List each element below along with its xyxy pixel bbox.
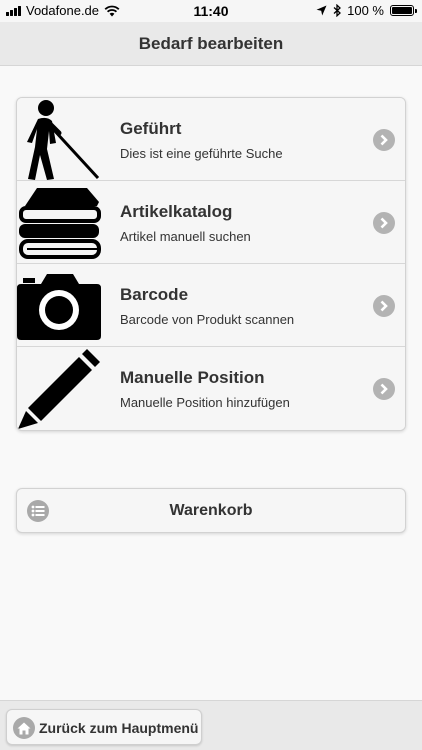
menu-item-artikelkatalog[interactable]: Artikelkatalog Artikel manuell suchen <box>17 181 405 264</box>
chevron-right-icon <box>373 212 395 234</box>
battery-percent: 100 % <box>347 3 384 18</box>
footer-bar: Zurück zum Hauptmenü <box>0 700 422 750</box>
pencil-icon <box>17 347 101 430</box>
menu-item-subtitle: Dies ist eine geführte Suche <box>120 146 283 161</box>
menu-item-barcode[interactable]: Barcode Barcode von Produkt scannen <box>17 264 405 347</box>
back-button-label: Zurück zum Hauptmenü <box>39 720 199 736</box>
menu-item-title: Barcode <box>120 285 189 304</box>
camera-icon <box>17 264 101 347</box>
menu-item-manuelle-position[interactable]: Manuelle Position Manuelle Position hinz… <box>17 347 405 430</box>
menu-item-gefuehrt[interactable]: Geführt Dies ist eine geführte Suche <box>17 98 405 181</box>
menu-item-subtitle: Barcode von Produkt scannen <box>120 312 295 327</box>
status-bar: Vodafone.de 11:40 100 % <box>0 0 422 22</box>
menu-item-title: Artikelkatalog <box>120 202 233 221</box>
menu-item-title: Geführt <box>120 119 182 138</box>
location-arrow-icon <box>316 5 327 16</box>
back-to-main-menu-button[interactable]: Zurück zum Hauptmenü <box>6 709 202 745</box>
home-icon <box>13 717 35 739</box>
menu-item-subtitle: Artikel manuell suchen <box>120 229 251 244</box>
menu-item-subtitle: Manuelle Position hinzufügen <box>120 395 290 410</box>
page-title: Bedarf bearbeiten <box>0 22 422 66</box>
bluetooth-icon <box>333 4 342 17</box>
cart-button[interactable]: Warenkorb <box>16 488 406 533</box>
blind-person-icon <box>17 98 101 181</box>
battery-icon <box>390 5 417 16</box>
cart-label: Warenkorb <box>169 502 253 519</box>
chevron-right-icon <box>373 295 395 317</box>
status-right: 100 % <box>316 3 417 18</box>
books-icon <box>17 181 101 264</box>
chevron-right-icon <box>373 129 395 151</box>
menu-item-title: Manuelle Position <box>120 368 265 387</box>
chevron-right-icon <box>373 378 395 400</box>
menu-list: Geführt Dies ist eine geführte Suche Art… <box>16 97 406 431</box>
